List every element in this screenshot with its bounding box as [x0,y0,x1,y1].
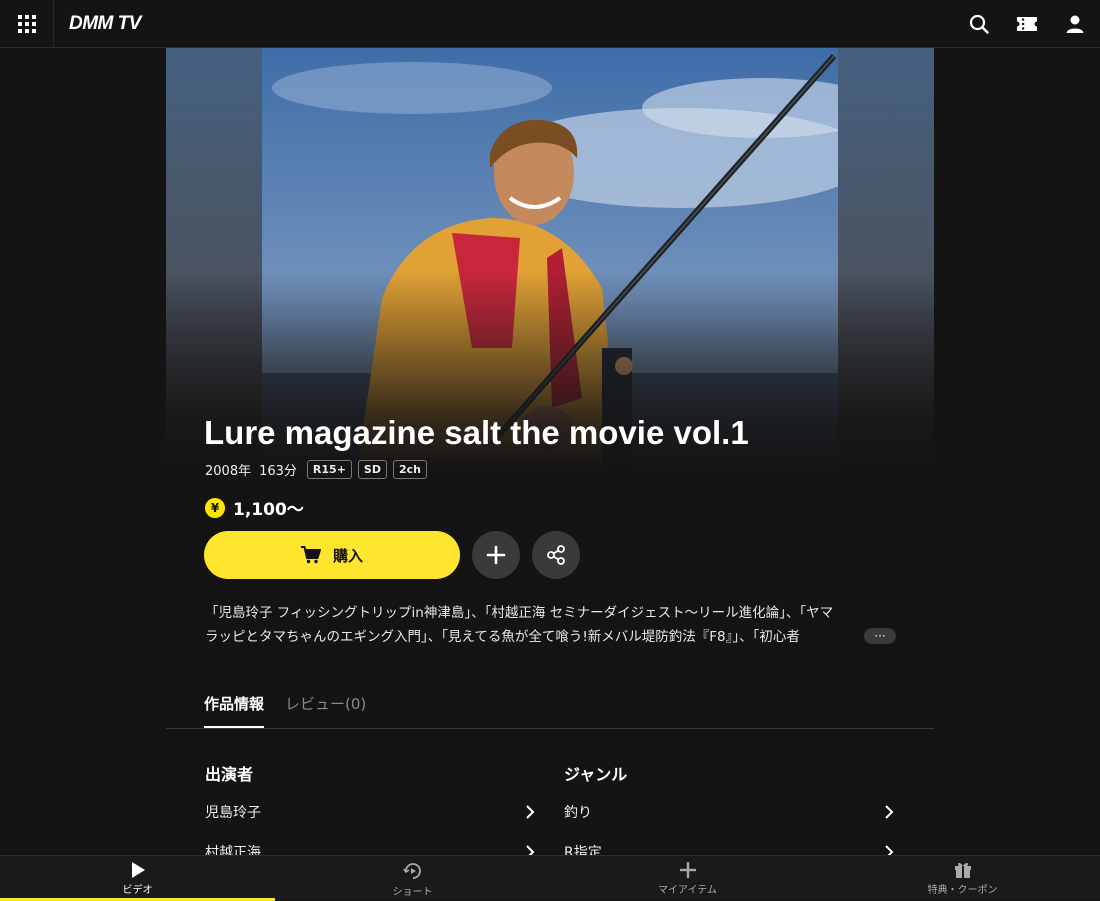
cast-heading: 出演者 [205,765,254,784]
chevron-right-icon [526,805,535,819]
grid-menu-icon [17,14,36,33]
short-icon [402,863,421,879]
genre-item-label: 釣り [564,805,592,821]
nav-label: マイアイテム [658,885,717,896]
buy-button[interactable]: 購入 [204,531,460,579]
quality-badge: SD [357,460,387,479]
duration: 163分 [259,464,297,479]
genre-item[interactable]: 釣り [564,800,894,824]
rating-badge: R15+ [306,460,352,479]
share-button[interactable] [532,531,580,579]
expand-description-button[interactable]: ··· [864,628,896,644]
cast-item[interactable]: 児島玲子 [205,800,535,824]
user-icon [1066,15,1084,33]
grid-menu-button[interactable] [0,0,54,48]
nav-video[interactable]: ビデオ [0,856,275,901]
dmm-tv-logo[interactable]: DMM TV [69,13,141,35]
hero-thumbnail [166,48,934,470]
ticket-icon [1017,16,1037,31]
plus-icon [486,545,506,565]
description-line-1: 「児島玲子 フィッシングトリップin神津島」、「村越正海 セミナーダイジェスト〜… [205,605,834,621]
bottom-nav: ビデオ ショート マイアイテム 特典・クーポン [0,855,1100,901]
cart-icon [300,546,321,564]
play-icon [131,862,145,878]
cast-item-label: 児島玲子 [205,805,261,821]
yen-coin-icon: ¥ [205,497,225,518]
genre-heading: ジャンル [564,765,628,784]
search-button[interactable] [968,13,990,35]
content-meta: 2008年 163分 R15+ SD 2ch [205,460,427,479]
price-text: 1,100〜 [233,500,304,520]
description: 「児島玲子 フィッシングトリップin神津島」、「村越正海 セミナーダイジェスト〜… [205,601,905,649]
top-header: DMM TV [0,0,1100,48]
plus-icon [679,862,696,878]
content-title: Lure magazine salt the movie vol.1 [204,414,749,451]
add-to-list-button[interactable] [472,531,520,579]
chevron-right-icon [885,805,894,819]
search-icon [969,14,989,34]
price: ¥ 1,100〜 [205,495,304,520]
detail-tabs: 作品情報 レビュー(0) [166,686,934,729]
account-button[interactable] [1064,13,1086,35]
tab-reviews[interactable]: レビュー(0) [285,693,366,726]
tab-work-info[interactable]: 作品情報 [204,693,265,728]
audio-badge: 2ch [392,460,427,479]
release-year: 2008年 [205,464,252,479]
nav-short[interactable]: ショート [275,856,550,901]
description-line-2: ラッピとタマちゃんのエギング入門」、「見えてる魚が全て喰う!新メバル堤防釣法『F… [205,629,800,645]
nav-label: ビデオ [122,885,153,896]
nav-rewards-coupons[interactable]: 特典・クーポン [825,856,1100,901]
ticket-button[interactable] [1016,13,1038,35]
nav-label: ショート [392,887,433,898]
share-icon [547,545,565,565]
buy-button-label: 購入 [332,546,363,565]
nav-my-items[interactable]: マイアイテム [550,856,825,901]
gift-icon [954,862,971,878]
nav-label: 特典・クーポン [927,885,998,896]
